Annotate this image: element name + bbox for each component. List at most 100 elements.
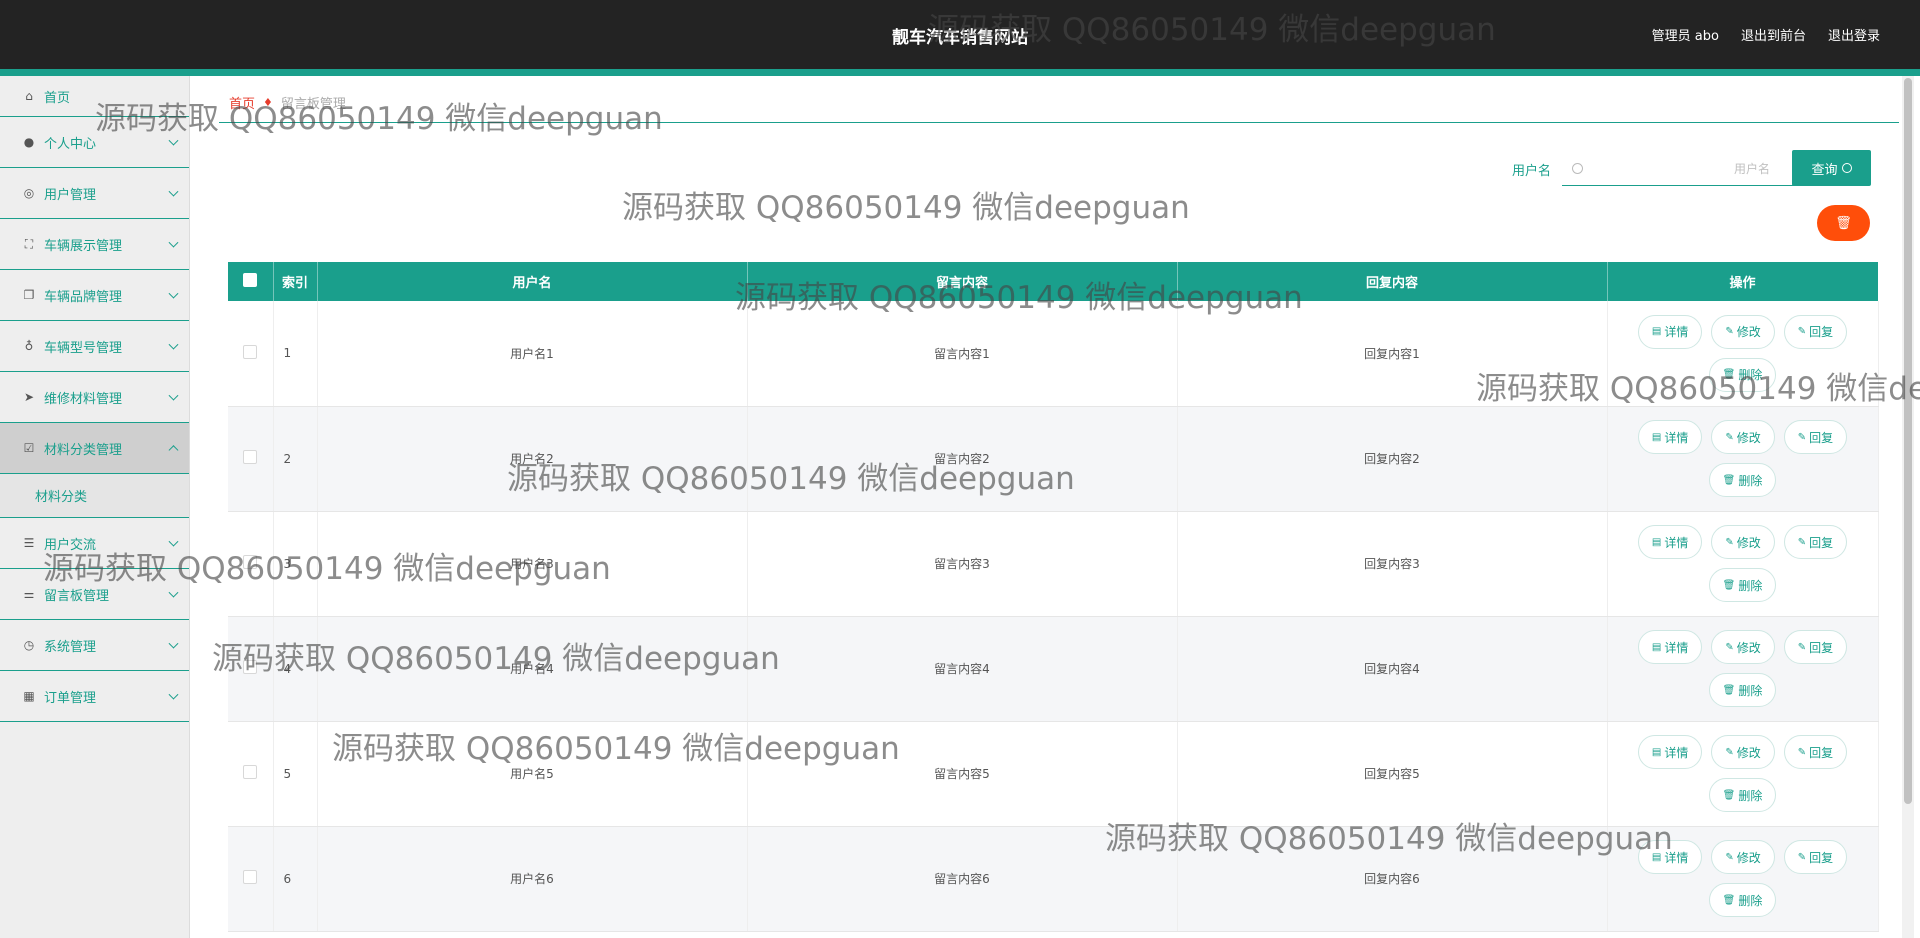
reply-button[interactable]: ✎ 回复	[1783, 420, 1848, 454]
select-all-checkbox[interactable]	[243, 272, 258, 287]
sidebar-item-label: 系统管理	[44, 639, 97, 655]
column-header: 回复内容	[1177, 262, 1608, 301]
edit-button[interactable]: ✎ 修改	[1711, 314, 1775, 349]
trash-icon: 🗑	[1835, 215, 1852, 231]
detail-button[interactable]: ▤ 详情	[1637, 420, 1703, 454]
table-row: 4 用户名4 留言内容4 回复内容4 ▤ 详情 ✎ 修改 ✎ 回复 🗑 删除	[228, 616, 1879, 722]
sidebar-item-repair-materials[interactable]: ➤ 维修材料管理	[0, 372, 189, 423]
row-reply: 回复内容5	[1177, 721, 1608, 827]
delete-label: 删除	[1738, 788, 1763, 803]
edit-label: 修改	[1736, 745, 1761, 760]
edit-button[interactable]: ✎ 修改	[1711, 525, 1775, 559]
main-content: 首页 ♦ 留言板管理 用户名 查询 🗑 索引 用户名 留言内容 回复内容 操作	[211, 76, 1901, 938]
sidebar-item-vehicle-brand[interactable]: ❐ 车辆品牌管理	[0, 270, 189, 321]
reply-button[interactable]: ✎ 回复	[1783, 630, 1848, 664]
chevron-down-icon	[168, 689, 179, 700]
detail-label: 详情	[1664, 430, 1689, 445]
back-to-front-link[interactable]: 退出到前台	[1741, 25, 1806, 44]
sidebar-item-vehicle-display[interactable]: ⛶ 车辆展示管理	[0, 219, 189, 270]
reply-button[interactable]: ✎ 回复	[1783, 840, 1848, 874]
sidebar-item-material-category[interactable]: ☑ 材料分类管理	[0, 423, 189, 474]
message-table: 索引 用户名 留言内容 回复内容 操作 1 用户名1 留言内容1 回复内容1 ▤…	[228, 262, 1879, 932]
row-checkbox[interactable]	[243, 870, 258, 884]
fullscreen-icon: ⛶	[24, 236, 34, 251]
chevron-up-icon	[168, 445, 179, 456]
row-index: 1	[273, 301, 318, 407]
reply-label: 回复	[1809, 745, 1834, 760]
sidebar-item-vehicle-model[interactable]: ♁ 车辆型号管理	[0, 321, 189, 372]
detail-button[interactable]: ▤ 详情	[1637, 525, 1703, 559]
detail-button[interactable]: ▤ 详情	[1637, 840, 1703, 874]
submenu-item-label: 材料分类	[35, 490, 88, 505]
row-checkbox[interactable]	[243, 765, 258, 779]
reply-label: 回复	[1809, 430, 1834, 445]
delete-button[interactable]: 🗑 删除	[1708, 673, 1777, 707]
search-input[interactable]	[1583, 161, 1794, 176]
delete-button[interactable]: 🗑 删除	[1708, 778, 1777, 812]
flame-icon: ♦	[263, 96, 273, 109]
detail-label: 详情	[1664, 850, 1689, 865]
document-icon: ▤	[1651, 746, 1662, 758]
reply-button[interactable]: ✎ 回复	[1783, 735, 1848, 769]
sidebar-item-orders[interactable]: ▦ 订单管理	[0, 671, 189, 722]
sidebar-item-system[interactable]: ◷ 系统管理	[0, 620, 189, 671]
delete-button[interactable]: 🗑 删除	[1708, 883, 1777, 917]
batch-delete-button[interactable]: 🗑	[1817, 205, 1870, 241]
edit-button[interactable]: ✎ 修改	[1711, 840, 1775, 874]
detail-button[interactable]: ▤ 详情	[1637, 314, 1703, 349]
reply-button[interactable]: ✎ 回复	[1783, 525, 1848, 559]
detail-button[interactable]: ▤ 详情	[1637, 735, 1703, 769]
pencil-icon: ✎	[1797, 641, 1807, 653]
query-button[interactable]: 查询	[1792, 150, 1871, 186]
row-username: 用户名3	[317, 511, 748, 617]
search-box	[1562, 152, 1794, 186]
delete-button[interactable]: 🗑 删除	[1708, 568, 1777, 602]
edit-button[interactable]: ✎ 修改	[1711, 630, 1775, 664]
row-checkbox[interactable]	[243, 450, 258, 464]
sidebar-item-user-exchange[interactable]: ☰ 用户交流	[0, 518, 189, 569]
edit-button[interactable]: ✎ 修改	[1711, 420, 1775, 454]
header-accent-stripe	[0, 69, 1920, 76]
admin-label: 管理员 abo	[1651, 29, 1719, 44]
row-checkbox[interactable]	[243, 344, 258, 359]
logout-link[interactable]: 退出登录	[1828, 25, 1880, 44]
sidebar-item-label: 车辆型号管理	[44, 340, 123, 356]
edit-label: 修改	[1736, 850, 1761, 865]
row-message: 留言内容5	[747, 721, 1178, 827]
sidebar-item-home[interactable]: ⌂ 首页	[0, 76, 189, 117]
chevron-down-icon	[168, 339, 179, 350]
trash-icon: 🗑	[1722, 474, 1736, 486]
trash-icon: 🗑	[1722, 894, 1736, 906]
column-header: 索引	[273, 262, 318, 301]
sidebar-item-users[interactable]: ◎ 用户管理	[0, 168, 189, 219]
edit-label: 修改	[1736, 640, 1761, 655]
sidebar-item-profile[interactable]: ● 个人中心	[0, 117, 189, 168]
row-checkbox[interactable]	[243, 660, 258, 674]
row-actions: ▤ 详情 ✎ 修改 ✎ 回复 🗑 删除	[1607, 721, 1879, 827]
pencil-icon: ✎	[1797, 536, 1807, 548]
row-actions: ▤ 详情 ✎ 修改 ✎ 回复 🗑 删除	[1607, 301, 1879, 407]
delete-label: 删除	[1738, 473, 1763, 488]
chevron-down-icon	[168, 135, 179, 146]
submenu-item-material-category[interactable]: 材料分类	[0, 474, 189, 518]
chevron-down-icon	[168, 587, 179, 598]
row-checkbox[interactable]	[243, 555, 258, 569]
reply-button[interactable]: ✎ 回复	[1783, 314, 1848, 349]
checkbox-icon: ☑	[23, 441, 35, 455]
trash-icon: 🗑	[1722, 579, 1736, 591]
row-username: 用户名4	[317, 616, 748, 722]
scrollbar-thumb[interactable]	[1904, 78, 1912, 804]
pencil-icon: ✎	[1797, 746, 1807, 758]
document-icon: ▤	[1651, 326, 1662, 338]
sliders-icon: ⚌	[23, 587, 35, 601]
sidebar-item-label: 个人中心	[44, 136, 97, 152]
breadcrumb-home[interactable]: 首页	[229, 93, 255, 112]
detail-button[interactable]: ▤ 详情	[1637, 630, 1703, 664]
delete-button[interactable]: 🗑 删除	[1708, 357, 1777, 392]
edit-button[interactable]: ✎ 修改	[1711, 735, 1775, 769]
column-header: 用户名	[317, 262, 748, 301]
delete-button[interactable]: 🗑 删除	[1708, 463, 1777, 497]
chevron-down-icon	[168, 390, 179, 401]
sidebar-item-message-board[interactable]: ⚌ 留言板管理	[0, 569, 189, 620]
detail-label: 详情	[1664, 745, 1689, 760]
